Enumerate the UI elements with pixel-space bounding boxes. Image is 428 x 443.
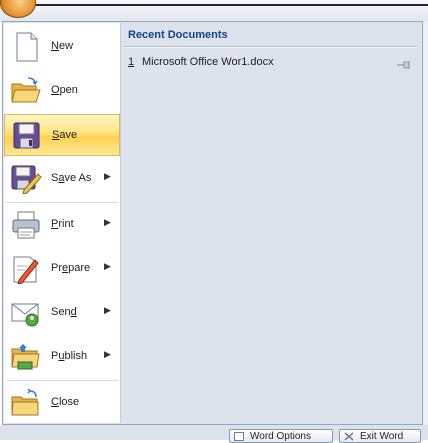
exit-word-label: Exit Word — [360, 431, 404, 442]
menu-item-close[interactable]: Close — [4, 382, 120, 424]
word-options-button[interactable]: Word Options — [229, 429, 333, 443]
close-folder-icon — [10, 388, 42, 418]
menu-item-new[interactable]: New — [4, 26, 120, 68]
title-strip-border — [30, 4, 428, 6]
menu-item-label: Publish — [51, 350, 88, 362]
submenu-arrow-icon: ▶ — [104, 349, 111, 359]
printer-icon — [10, 210, 42, 240]
prepare-icon — [10, 254, 42, 285]
recent-document-number: 1 — [128, 56, 135, 68]
pin-icon[interactable] — [396, 57, 412, 69]
menu-item-print[interactable]: Print ▶ — [4, 204, 120, 246]
menu-item-label: Open — [51, 84, 78, 96]
new-document-icon — [10, 32, 42, 62]
menu-item-publish[interactable]: Publish ▶ — [4, 336, 120, 378]
menu-item-save-as[interactable]: Save As ▶ — [4, 158, 120, 200]
menu-item-save[interactable]: Save — [4, 114, 120, 156]
floppy-disk-icon — [11, 121, 43, 151]
recent-documents-divider-highlight — [124, 47, 417, 48]
submenu-arrow-icon: ▶ — [104, 171, 111, 181]
submenu-arrow-icon: ▶ — [104, 305, 111, 315]
save-as-icon — [10, 164, 42, 195]
menu-item-label: Prepare — [51, 262, 91, 274]
menu-item-label: Save — [52, 129, 78, 141]
menu-item-label: Save As — [51, 172, 92, 184]
menu-divider — [120, 23, 121, 423]
menu-item-label: Print — [51, 218, 74, 230]
publish-folder-icon — [10, 342, 42, 372]
recent-documents-title: Recent Documents — [128, 29, 228, 41]
menu-item-label: New — [51, 40, 74, 52]
menu-item-label: Send — [51, 306, 77, 318]
submenu-arrow-icon: ▶ — [104, 217, 111, 227]
menu-item-label: Close — [51, 396, 80, 408]
recent-document-item[interactable]: 1 Microsoft Office Wor1.docx — [124, 55, 417, 71]
exit-word-button[interactable]: Exit Word — [339, 429, 421, 443]
submenu-arrow-icon: ▶ — [104, 261, 111, 271]
open-folder-icon — [10, 76, 42, 106]
recent-document-name: Microsoft Office Wor1.docx — [142, 56, 274, 68]
word-options-label: Word Options — [250, 431, 311, 442]
menu-item-prepare[interactable]: Prepare ▶ — [4, 248, 120, 290]
menu-item-open[interactable]: Open — [4, 70, 120, 112]
send-icon — [10, 298, 42, 328]
panel-edge — [423, 21, 428, 425]
menu-item-send[interactable]: Send ▶ — [4, 292, 120, 334]
